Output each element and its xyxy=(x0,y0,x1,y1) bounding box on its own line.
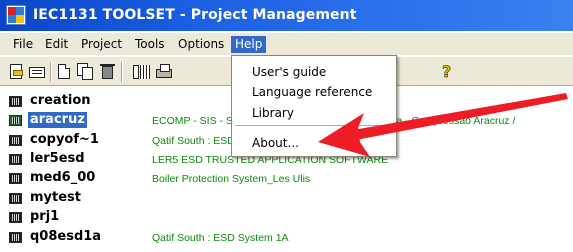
menu-item-library[interactable]: Library xyxy=(252,106,294,120)
menu-item-users-guide[interactable]: User's guide xyxy=(252,65,326,79)
window-title: IEC1131 TOOLSET - Project Management xyxy=(33,7,357,23)
list-item[interactable]: mytest xyxy=(0,189,573,208)
copy-project-icon[interactable] xyxy=(77,63,95,81)
menu-tools[interactable]: Tools xyxy=(131,36,169,53)
list-item[interactable]: q08esd1a Qatif South : ESD System 1A xyxy=(0,228,573,247)
project-description: Qatif South : ESD System 1A xyxy=(152,232,289,244)
project-name[interactable]: q08esd1a xyxy=(28,229,103,245)
toolbar-separator xyxy=(50,62,52,82)
menu-file[interactable]: File xyxy=(9,36,37,53)
title-bar: IEC1131 TOOLSET - Project Management xyxy=(0,0,573,31)
menu-item-about[interactable]: About... xyxy=(252,136,299,150)
project-name[interactable]: copyof~1 xyxy=(28,132,101,148)
menu-edit[interactable]: Edit xyxy=(41,36,72,53)
list-item[interactable]: med6_00 Boiler Protection System_Les Uli… xyxy=(0,169,573,188)
delete-project-icon[interactable] xyxy=(99,63,117,81)
project-icon xyxy=(9,96,22,107)
project-description: Boiler Protection System_Les Ulis xyxy=(152,173,311,185)
list-view-icon[interactable] xyxy=(28,63,46,81)
app-icon[interactable] xyxy=(6,5,26,25)
print-icon[interactable] xyxy=(155,63,173,81)
project-icon xyxy=(9,212,22,223)
help-dropdown-menu: User's guide Language reference Library … xyxy=(231,55,397,157)
new-project-icon[interactable] xyxy=(55,63,73,81)
project-icon xyxy=(9,135,22,146)
project-icon xyxy=(9,154,22,165)
menu-project[interactable]: Project xyxy=(77,36,126,53)
menu-item-language-reference[interactable]: Language reference xyxy=(252,85,372,99)
menu-separator xyxy=(235,125,393,127)
menu-bar: File Edit Project Tools Options Help xyxy=(0,33,573,55)
project-name[interactable]: med6_00 xyxy=(28,170,97,186)
project-icon xyxy=(9,115,22,126)
project-icon xyxy=(9,193,22,204)
help-icon[interactable]: ? xyxy=(439,62,457,82)
menu-options[interactable]: Options xyxy=(174,36,228,53)
project-name[interactable]: aracruz xyxy=(28,112,87,128)
project-icon xyxy=(9,173,22,184)
properties-icon[interactable] xyxy=(7,63,25,81)
menu-help[interactable]: Help xyxy=(231,36,267,53)
toolbar-separator xyxy=(121,62,123,82)
project-name[interactable]: ler5esd xyxy=(28,151,87,167)
project-name[interactable]: prj1 xyxy=(28,209,61,225)
list-item[interactable]: prj1 xyxy=(0,208,573,227)
project-icon xyxy=(9,232,22,243)
project-name[interactable]: creation xyxy=(28,93,93,109)
project-name[interactable]: mytest xyxy=(28,190,83,206)
build-icon[interactable] xyxy=(133,63,151,81)
